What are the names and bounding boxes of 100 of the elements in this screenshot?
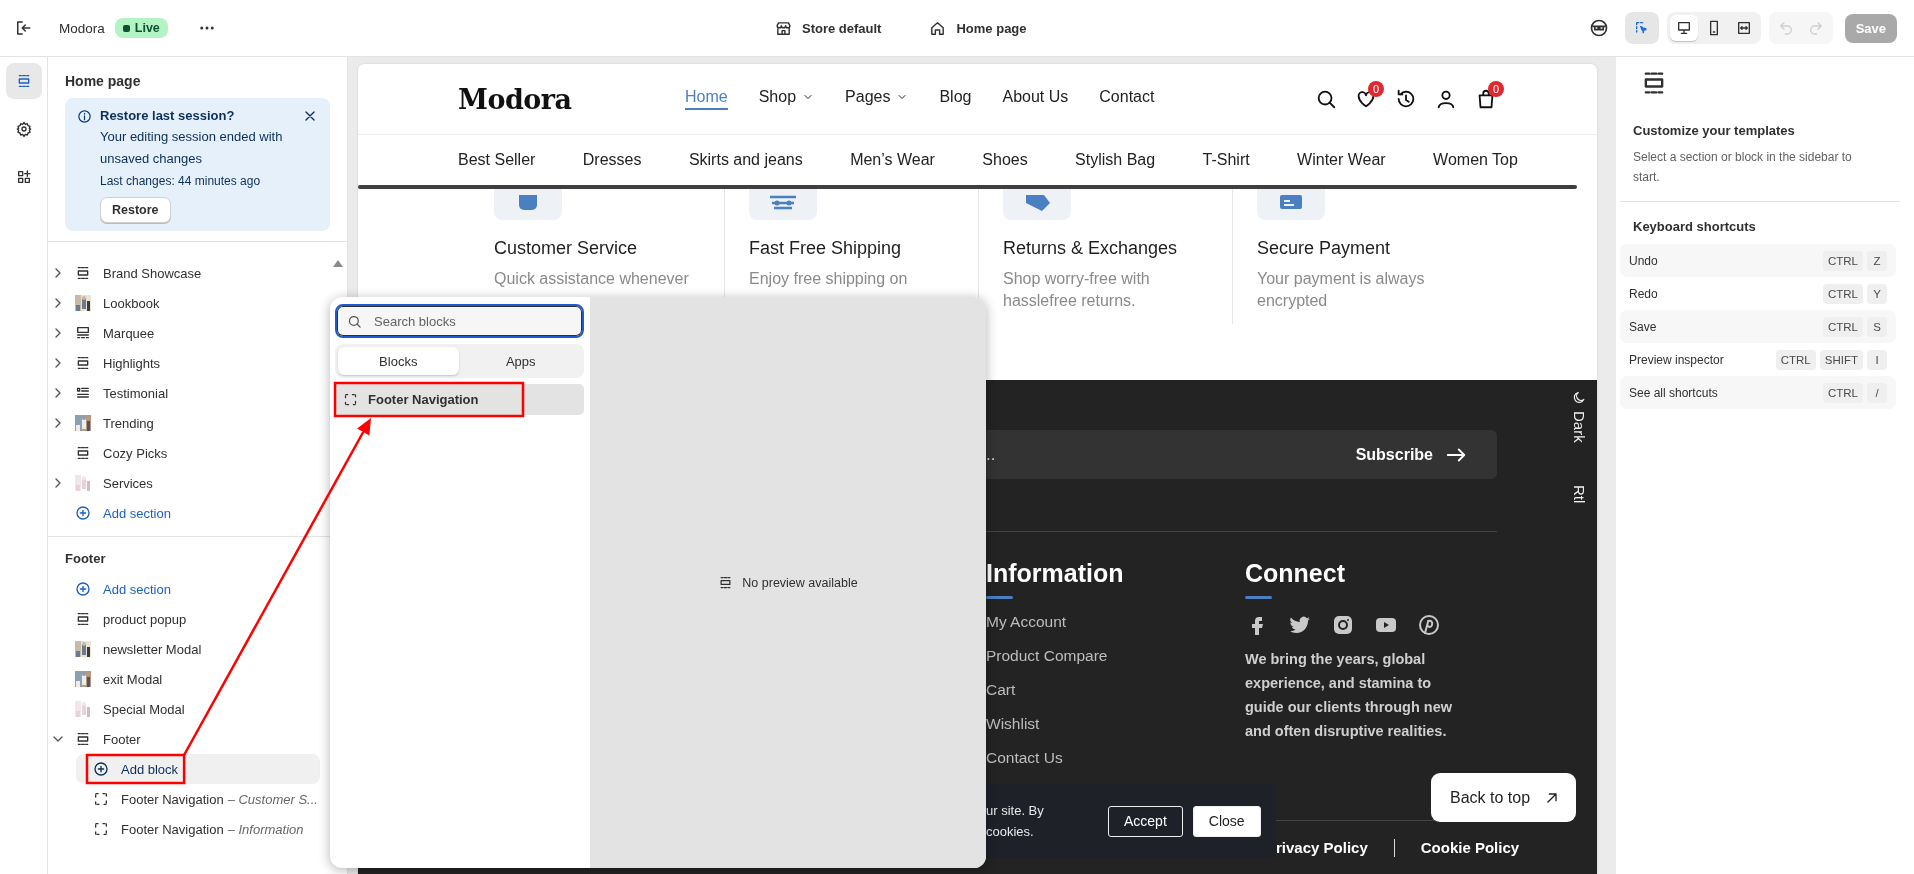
category-link[interactable]: Women Top	[1433, 151, 1518, 169]
key-cap: Z	[1867, 250, 1887, 271]
subscribe-button[interactable]: Subscribe	[1355, 443, 1467, 466]
search-field[interactable]: Search blocks	[335, 304, 584, 338]
feature-title: Returns & Exchanges	[1003, 238, 1179, 259]
key-cap: /	[1867, 382, 1887, 403]
panel-title: Customize your templates	[1633, 123, 1796, 138]
shortcut-label: Undo	[1629, 253, 1659, 268]
nav-link[interactable]: About Us	[1002, 88, 1069, 110]
sidebar-title: Home page	[64, 72, 142, 91]
category-link[interactable]: T-Shirt	[1202, 151, 1250, 169]
nav-link[interactable]: Home	[685, 88, 728, 110]
cookie-text: ur site. By cookies.	[986, 802, 1045, 841]
preview-message: No preview available	[742, 575, 858, 590]
pinterest-icon[interactable]	[1417, 613, 1441, 637]
desktop-view-button[interactable]	[1669, 15, 1698, 41]
feature-text: Enjoy free shipping on	[749, 269, 909, 289]
section-icon	[75, 611, 91, 627]
feature-title: Fast Free Shipping	[749, 238, 903, 259]
feature-title: Customer Service	[494, 238, 639, 259]
block-item[interactable]: Footer Navigation – Information	[76, 814, 320, 844]
category-link[interactable]: Stylish Bag	[1075, 151, 1156, 169]
section-item[interactable]: Trending	[48, 408, 320, 438]
scroll-up-icon[interactable]	[333, 260, 343, 267]
home-icon	[929, 19, 947, 37]
sections-tab[interactable]	[5, 63, 42, 99]
feature-icon	[1003, 189, 1071, 220]
section-item[interactable]: Footer	[48, 724, 320, 754]
key-cap: Y	[1867, 283, 1887, 304]
section-item[interactable]: Brand Showcase	[48, 258, 320, 288]
key-cap: CTRL	[1775, 349, 1816, 370]
back-to-top-button[interactable]: Back to top	[1431, 773, 1576, 822]
footer-link[interactable]: Wishlist	[986, 713, 1245, 734]
dark-mode-toggle[interactable]: Dark	[1571, 390, 1588, 443]
section-item[interactable]: Cozy Picks	[48, 438, 320, 468]
section-item[interactable]: newsletter Modal	[48, 634, 320, 664]
close-button[interactable]: Close	[1192, 805, 1261, 837]
instagram-icon[interactable]	[1331, 613, 1355, 637]
section-item[interactable]: Marquee	[48, 318, 320, 348]
group-title: Footer	[64, 550, 107, 568]
category-link[interactable]: Men’s Wear	[850, 151, 935, 169]
category-link[interactable]: Dresses	[582, 151, 642, 169]
store-icon	[775, 19, 792, 37]
nav-link[interactable]: Shop	[758, 88, 815, 110]
panel-text: Select a section or block in the sidebar to start.	[1633, 149, 1853, 186]
block-item[interactable]: Footer Navigation	[335, 384, 584, 415]
status-badge: Live	[114, 18, 168, 38]
section-item[interactable]: Special Modal	[48, 694, 320, 724]
tab[interactable]: Blocks	[338, 347, 459, 375]
title-underline	[1245, 596, 1272, 599]
section-item[interactable]: Testimonial	[48, 378, 320, 408]
footer-link[interactable]: My Account	[986, 611, 1245, 632]
exit-icon[interactable]	[14, 19, 32, 37]
add-section-link[interactable]: Add section	[48, 574, 320, 604]
footer-link[interactable]: Cart	[986, 679, 1245, 700]
category-link[interactable]: Skirts and jeans	[688, 151, 803, 169]
shortcut-label: See all shortcuts	[1629, 385, 1719, 400]
category-link[interactable]: Best Seller	[458, 151, 536, 169]
section-item[interactable]: Lookbook	[48, 288, 320, 318]
goggles-icon[interactable]	[1588, 18, 1609, 38]
info-icon	[77, 109, 92, 124]
category-link[interactable]: Winter Wear	[1297, 151, 1386, 169]
section-item[interactable]: exit Modal	[48, 664, 320, 694]
add-section-link[interactable]: Add section	[48, 498, 320, 528]
history-icon[interactable]	[1395, 88, 1417, 110]
category-link[interactable]: Shoes	[982, 151, 1028, 169]
legal-link[interactable]: Cookie Policy	[1420, 839, 1520, 856]
redo-icon	[1807, 20, 1824, 36]
footer-link[interactable]: Contact Us	[986, 747, 1245, 768]
store-logo[interactable]: Modora	[458, 83, 685, 115]
legal-link[interactable]: rivacy Policy	[1276, 839, 1368, 856]
search-icon[interactable]	[1315, 88, 1337, 110]
restore-button[interactable]: Restore	[100, 197, 171, 223]
key-cap: CTRL	[1822, 283, 1863, 304]
section-item[interactable]: product popup	[48, 604, 320, 634]
user-icon[interactable]	[1435, 88, 1457, 110]
add-block-link[interactable]: Add block	[76, 754, 320, 784]
footer-link[interactable]: Product Compare	[986, 645, 1245, 666]
store-selector[interactable]: Store default	[775, 19, 882, 37]
feature-icon	[749, 189, 817, 220]
nav-link[interactable]: Contact	[1099, 88, 1155, 110]
nav-link[interactable]: Pages	[845, 88, 909, 110]
block-item[interactable]: Footer Navigation – Customer S...	[76, 784, 320, 814]
nav-link[interactable]: Blog	[939, 88, 972, 110]
store-name: Modora	[59, 20, 105, 36]
moon-icon	[1572, 390, 1587, 405]
marquee-icon	[75, 325, 91, 341]
feature-text: Shop worry-free with hasslefree returns.	[1003, 269, 1151, 311]
block-icon	[343, 392, 358, 407]
rtl-toggle[interactable]: Rtl	[1571, 484, 1588, 503]
page-selector[interactable]: Home page	[929, 19, 1027, 37]
key-cap: CTRL	[1822, 250, 1863, 271]
accept-button[interactable]: Accept	[1108, 805, 1183, 837]
email-field[interactable]: ..	[986, 444, 1356, 465]
key-cap: CTRL	[1822, 382, 1863, 403]
section-item[interactable]: Services	[48, 468, 320, 498]
tab[interactable]: Apps	[460, 347, 581, 375]
apps-icon	[15, 169, 32, 185]
section-icon	[75, 731, 91, 747]
section-item[interactable]: Highlights	[48, 348, 320, 378]
